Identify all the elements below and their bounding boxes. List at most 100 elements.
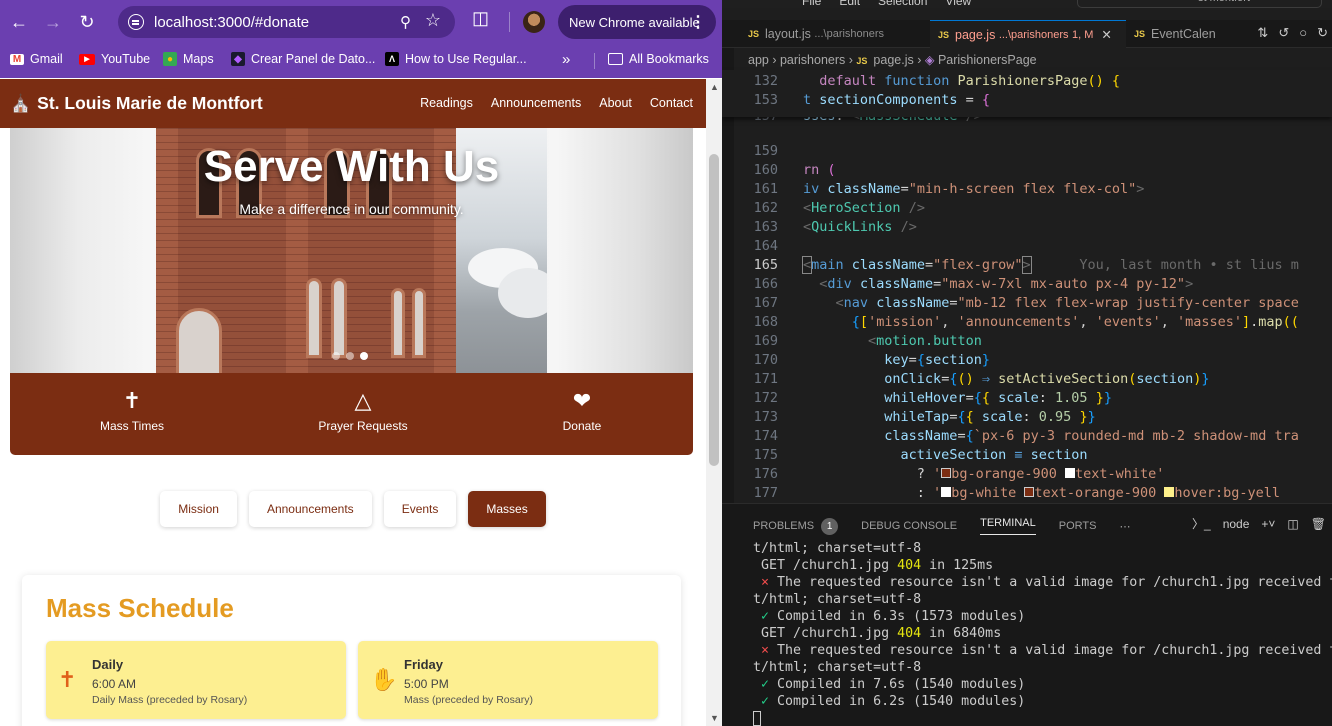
code-line: whileTap={{ scale: 0.95 }} xyxy=(884,409,1096,425)
breadcrumb-item[interactable]: page.js xyxy=(873,53,913,67)
breadcrumb-item[interactable]: app xyxy=(748,53,769,67)
nav-about[interactable]: About xyxy=(599,96,632,110)
source-control-icon[interactable]: ⇅ xyxy=(1257,25,1268,41)
tab-events[interactable]: Events xyxy=(383,491,457,527)
line-number: 161 xyxy=(753,181,778,197)
nav-readings[interactable]: Readings xyxy=(420,96,473,110)
git-blame-annotation: You, last month • st lius m xyxy=(1079,257,1299,273)
menu-view[interactable]: View xyxy=(945,0,971,8)
tab-debug-console[interactable]: DEBUG CONSOLE xyxy=(861,517,957,535)
site-logo[interactable]: ⛪ St. Louis Marie de Montfort xyxy=(10,93,263,114)
code-line: {['mission', 'announcements', 'events', … xyxy=(851,314,1299,330)
tab-layout-js[interactable]: JS layout.js ...\parishoners xyxy=(740,20,930,48)
more-icon[interactable]: ⋯ xyxy=(1119,517,1130,535)
site-info-icon[interactable] xyxy=(128,14,144,30)
bookmark-all[interactable]: All Bookmarks xyxy=(608,52,709,66)
more-bookmarks-icon[interactable]: » xyxy=(562,51,570,68)
tab-ports[interactable]: PORTS xyxy=(1059,517,1097,535)
carousel-dot[interactable] xyxy=(332,352,340,360)
profile-avatar[interactable] xyxy=(523,11,545,33)
bookmark-crear-panel[interactable]: ◆ Crear Panel de Dato... xyxy=(231,52,375,66)
tab-mission[interactable]: Mission xyxy=(160,491,237,527)
menu-selection[interactable]: Selection xyxy=(878,0,927,8)
church-icon: ⛪ xyxy=(10,93,32,113)
sticky-scroll: 132 default function ParishionersPage() … xyxy=(722,70,1332,117)
bookmark-youtube[interactable]: ▶ YouTube xyxy=(79,52,150,66)
nav-contact[interactable]: Contact xyxy=(650,96,693,110)
terminal-output[interactable]: t/html; charset=utf-8 GET /church1.jpg 4… xyxy=(753,540,1332,726)
mass-day: Daily xyxy=(92,657,124,672)
quick-link-prayer-requests[interactable]: △ Prayer Requests xyxy=(293,388,433,434)
terminal-line: ✓ Compiled in 7.6s (1540 modules) xyxy=(761,677,1026,692)
panel-tab-label: PROBLEMS xyxy=(753,520,815,532)
bookmark-label: How to Use Regular... xyxy=(405,52,527,66)
bookmark-label: Gmail xyxy=(30,52,63,66)
new-terminal-icon[interactable]: +˅ xyxy=(1261,517,1275,531)
command-center-search[interactable]: st montfort xyxy=(1077,0,1322,8)
code-line: activeSection ≡ section xyxy=(900,447,1088,463)
tab-eventcalendar[interactable]: JS EventCalen xyxy=(1126,20,1226,48)
close-tab-icon[interactable]: ✕ xyxy=(1101,27,1111,42)
tab-page-js[interactable]: JS page.js ...\parishoners 1, M ✕ xyxy=(930,20,1126,48)
mass-time: 6:00 AM xyxy=(92,677,137,691)
schedule-title: Mass Schedule xyxy=(46,593,234,623)
scroll-down-icon[interactable]: ▼ xyxy=(710,713,719,723)
code-editor[interactable]: 132 default function ParishionersPage() … xyxy=(722,70,1332,503)
quick-link-donate[interactable]: ❤ Donate xyxy=(512,389,652,434)
bookmark-regular[interactable]: Λ How to Use Regular... xyxy=(385,52,527,66)
line-number: 160 xyxy=(753,162,778,178)
tab-masses[interactable]: Masses xyxy=(468,491,546,527)
menu-file[interactable]: File xyxy=(802,0,821,8)
page-scrollbar[interactable]: ▲ ▼ xyxy=(706,79,722,726)
bookmark-gmail[interactable]: M Gmail xyxy=(10,52,63,66)
go-forward-icon[interactable]: ↻ xyxy=(1317,25,1328,41)
line-number: 173 xyxy=(753,409,778,425)
bookmark-maps[interactable]: ● Maps xyxy=(163,52,214,66)
circle-icon[interactable]: ○ xyxy=(1299,25,1307,41)
vscode-titlebar: File Edit Selection View st montfort xyxy=(722,0,1332,8)
split-terminal-icon[interactable]: ◫ xyxy=(1287,517,1298,531)
trash-icon[interactable]: 🗑 xyxy=(1311,517,1326,531)
zoom-icon[interactable]: ⚲ xyxy=(400,13,411,31)
breadcrumb-item[interactable]: parishoners xyxy=(780,53,845,67)
back-icon[interactable]: ← xyxy=(4,7,34,37)
code-line: <QuickLinks /> xyxy=(803,219,917,235)
extensions-icon[interactable]: ◫ xyxy=(472,8,489,29)
scroll-up-icon[interactable]: ▲ xyxy=(710,82,719,92)
quick-link-mass-times[interactable]: ✝ Mass Times xyxy=(62,389,202,434)
tab-terminal[interactable]: TERMINAL xyxy=(980,517,1036,535)
quick-link-label: Prayer Requests xyxy=(318,419,408,433)
line-number: 170 xyxy=(753,352,778,368)
js-file-icon: JS xyxy=(856,56,868,66)
address-bar[interactable]: localhost:3000/#donate ⚲ ☆ xyxy=(118,6,455,38)
line-number: 172 xyxy=(753,390,778,406)
reload-icon[interactable]: ↻ xyxy=(72,7,102,37)
menu-edit[interactable]: Edit xyxy=(839,0,860,8)
tab-announcements[interactable]: Announcements xyxy=(248,491,372,527)
tab-problems[interactable]: PROBLEMS 1 xyxy=(753,517,839,535)
page-viewport: ⛪ St. Louis Marie de Montfort Readings An… xyxy=(0,79,706,726)
mass-card: ✝ Daily 6:00 AM Daily Mass (preceded by … xyxy=(46,641,346,719)
go-back-icon[interactable]: ↺ xyxy=(1278,25,1289,41)
quick-links: ✝ Mass Times △ Prayer Requests ❤ Donate xyxy=(10,373,693,455)
nav-announcements[interactable]: Announcements xyxy=(491,96,581,110)
bookmark-star-icon[interactable]: ☆ xyxy=(425,10,441,31)
line-number: 174 xyxy=(753,428,778,444)
line-number: 177 xyxy=(753,485,778,501)
update-chrome-label: New Chrome available xyxy=(569,14,700,30)
forward-icon[interactable]: → xyxy=(38,7,68,37)
js-file-icon: JS xyxy=(1134,29,1146,39)
carousel-dot-active[interactable] xyxy=(360,352,368,360)
carousel-dot[interactable] xyxy=(346,352,354,360)
mass-schedule-card: Mass Schedule ✝ Daily 6:00 AM Daily Mass… xyxy=(22,575,681,726)
code-line: t sectionComponents = { xyxy=(803,92,990,108)
code-line: : ' bg-white text-orange-900 hover:bg-yel… xyxy=(803,485,1281,501)
js-file-icon: JS xyxy=(748,29,760,39)
kebab-menu-icon[interactable]: ⋮ xyxy=(690,12,706,32)
terminal-line: × The requested resource isn't a valid i… xyxy=(761,643,1332,658)
breadcrumb-item[interactable]: ParishionersPage xyxy=(938,53,1037,67)
scrollbar-thumb[interactable] xyxy=(709,154,719,466)
update-chrome-button[interactable]: New Chrome available ⋮ xyxy=(558,5,716,39)
praying-hands-icon: △ xyxy=(354,388,372,413)
terminal-shell-label[interactable]: node xyxy=(1223,517,1250,531)
